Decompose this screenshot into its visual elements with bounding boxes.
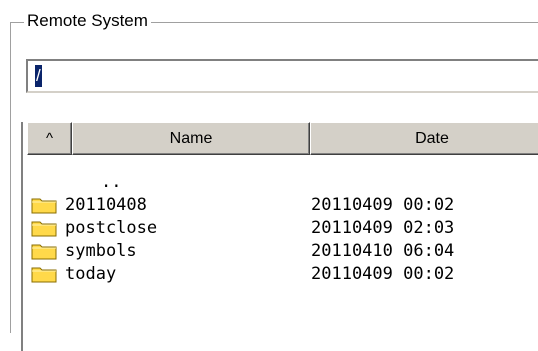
list-item[interactable]: symbols 20110410 06:04 — [31, 239, 538, 262]
date-column-header[interactable]: Date — [310, 122, 538, 155]
list-item[interactable]: 20110408 20110409 00:02 — [31, 193, 538, 216]
folder-icon — [31, 267, 57, 282]
remote-path-input[interactable]: / — [26, 59, 538, 93]
remote-system-panel: Remote System / ^ Name Date .. 20110408 — [0, 0, 538, 351]
list-header: ^ Name Date — [27, 122, 538, 155]
file-date: 20110409 00:02 — [311, 194, 455, 215]
file-name: postclose — [65, 217, 158, 238]
file-date: 20110409 02:03 — [311, 217, 455, 238]
header-gap — [23, 155, 538, 169]
file-name: symbols — [65, 240, 137, 261]
folder-icon — [31, 221, 57, 236]
file-name: .. — [101, 171, 122, 192]
file-date: 20110410 06:04 — [311, 240, 455, 261]
list-item[interactable]: postclose 20110409 02:03 — [31, 216, 538, 239]
remote-file-list[interactable]: ^ Name Date .. 20110408 20110409 00:02 p… — [21, 122, 538, 351]
file-name: today — [65, 263, 117, 284]
file-name: 20110408 — [65, 194, 147, 215]
sort-indicator-column[interactable]: ^ — [27, 122, 72, 155]
folder-icon — [31, 198, 57, 213]
group-title: Remote System — [24, 11, 151, 31]
list-item[interactable]: today 20110409 00:02 — [31, 262, 538, 285]
file-date: 20110409 00:02 — [311, 263, 455, 284]
folder-icon — [31, 244, 57, 259]
name-column-header[interactable]: Name — [72, 122, 310, 155]
path-value[interactable]: / — [35, 65, 42, 87]
list-item-parent[interactable]: .. — [31, 170, 538, 193]
file-rows: .. 20110408 20110409 00:02 postclose 201… — [31, 170, 538, 285]
